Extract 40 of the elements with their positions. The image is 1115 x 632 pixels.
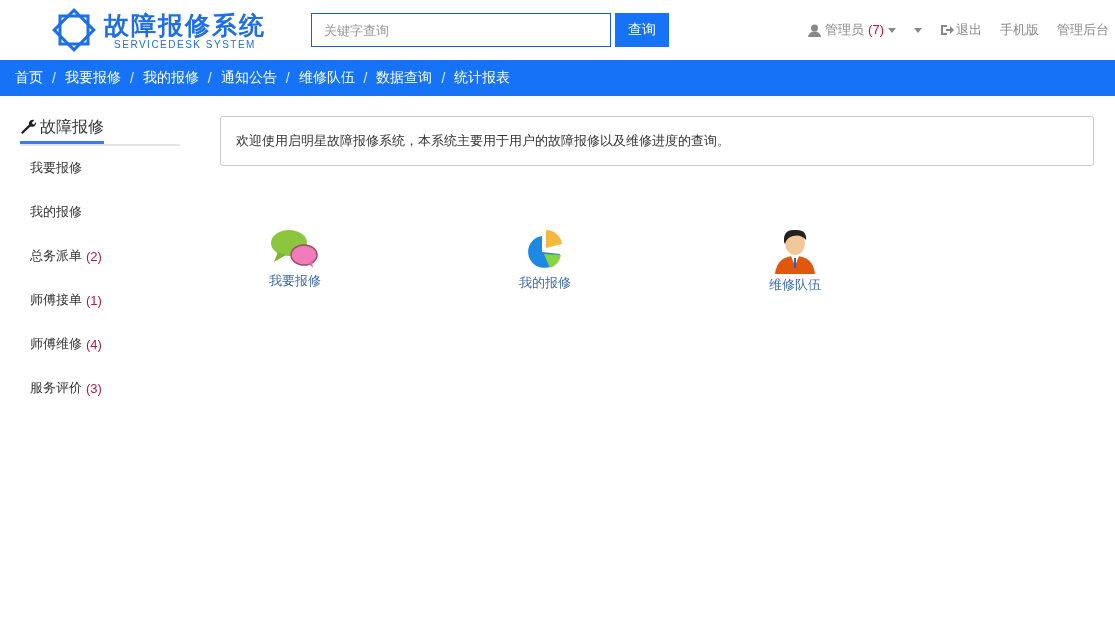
chat-bubbles-icon bbox=[270, 228, 320, 270]
header-link[interactable]: 手机版 bbox=[1000, 21, 1039, 39]
header-link[interactable]: 退出 bbox=[956, 21, 982, 39]
user-menu[interactable]: 管理员 (7) bbox=[825, 21, 884, 39]
tile-link[interactable]: 维修队伍 bbox=[769, 276, 821, 294]
nav-separator: / bbox=[129, 70, 134, 86]
caret-icon[interactable] bbox=[914, 27, 922, 33]
person-icon bbox=[773, 228, 817, 274]
sidebar-item[interactable]: 师傅接单 (1) bbox=[20, 278, 180, 322]
star-logo-icon bbox=[50, 6, 98, 54]
nav-link[interactable]: 数据查询 bbox=[376, 69, 433, 87]
nav-separator: / bbox=[207, 70, 212, 86]
search-field[interactable]: 关键字查询 bbox=[311, 13, 611, 47]
nav-separator: / bbox=[285, 70, 290, 86]
wrench-icon bbox=[20, 119, 36, 135]
nav-link[interactable]: 通知公告 bbox=[220, 69, 277, 87]
sidebar-item[interactable]: 总务派单 (2) bbox=[20, 234, 180, 278]
logout-icon bbox=[940, 24, 954, 36]
nav-link[interactable]: 统计报表 bbox=[454, 69, 511, 87]
search-button[interactable]: 查询 bbox=[615, 13, 669, 47]
sidebar-item[interactable]: 我的报修 bbox=[20, 190, 180, 234]
nav-link[interactable]: 首页 bbox=[15, 69, 43, 87]
sidebar-item[interactable]: 师傅维修 (4) bbox=[20, 322, 180, 366]
sidebar-item[interactable]: 我要报修 bbox=[20, 146, 180, 190]
nav-separator: / bbox=[52, 70, 56, 86]
logo-subtitle: SERVICEDESK SYSTEM bbox=[114, 38, 256, 50]
nav-link[interactable]: 我的报修 bbox=[142, 69, 199, 87]
header-link[interactable]: 管理后台 bbox=[1057, 21, 1109, 39]
user-icon bbox=[808, 23, 822, 37]
nav-link[interactable]: 维修队伍 bbox=[298, 69, 355, 87]
nav-link[interactable]: 我要报修 bbox=[64, 69, 121, 87]
nav-separator: / bbox=[363, 70, 368, 86]
tile-link[interactable]: 我的报修 bbox=[519, 274, 571, 292]
caret-icon[interactable] bbox=[888, 27, 896, 33]
logo-title: 故障报修系统 bbox=[104, 10, 266, 39]
nav-separator: / bbox=[441, 70, 446, 86]
tile-link[interactable]: 我要报修 bbox=[269, 272, 321, 290]
welcome-notice: 欢迎使用启明星故障报修系统，本系统主要用于用户的故障报修以及维修进度的查询。 bbox=[220, 116, 1094, 166]
sidebar-item[interactable]: 服务评价 (3) bbox=[20, 366, 180, 410]
sidebar-title: 故障报修 bbox=[40, 116, 104, 137]
